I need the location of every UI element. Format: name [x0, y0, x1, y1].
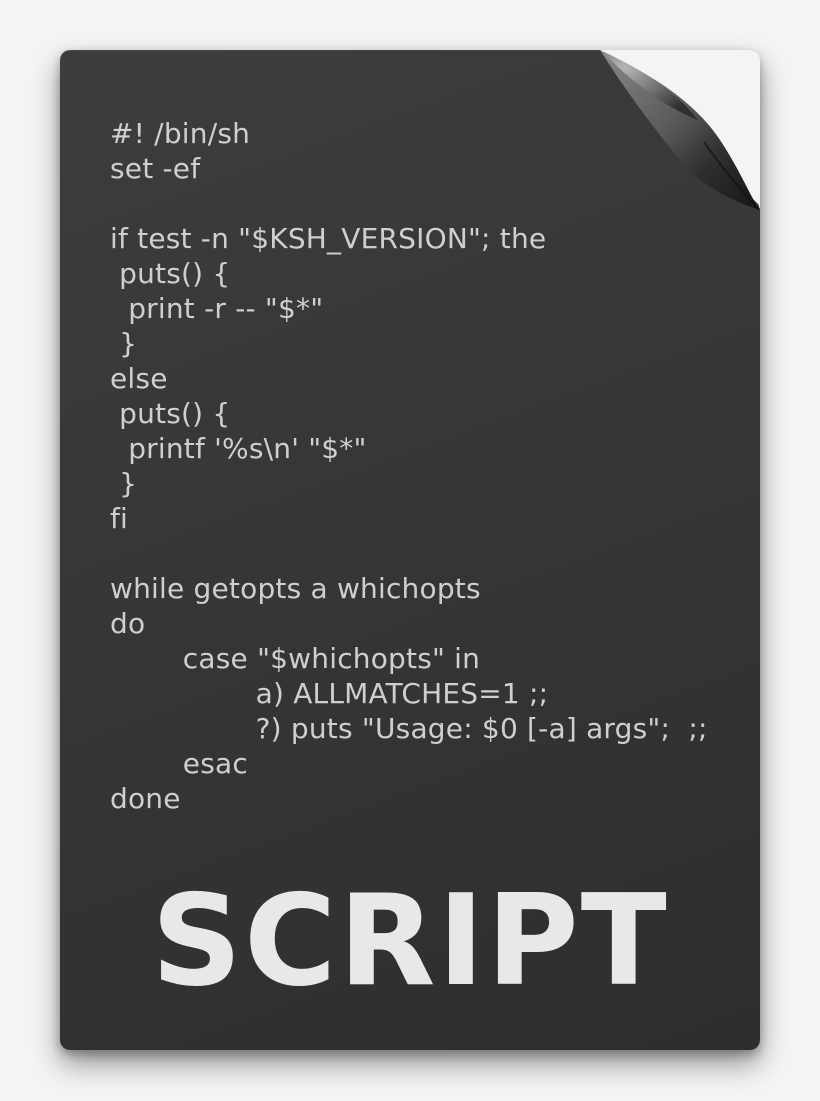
document-icon: #! /bin/sh set -ef if test -n "$KSH_VERS…	[60, 50, 760, 1050]
canvas: #! /bin/sh set -ef if test -n "$KSH_VERS…	[0, 0, 820, 1101]
script-code-text: #! /bin/sh set -ef if test -n "$KSH_VERS…	[110, 116, 740, 816]
file-type-label: SCRIPT	[60, 867, 760, 1014]
